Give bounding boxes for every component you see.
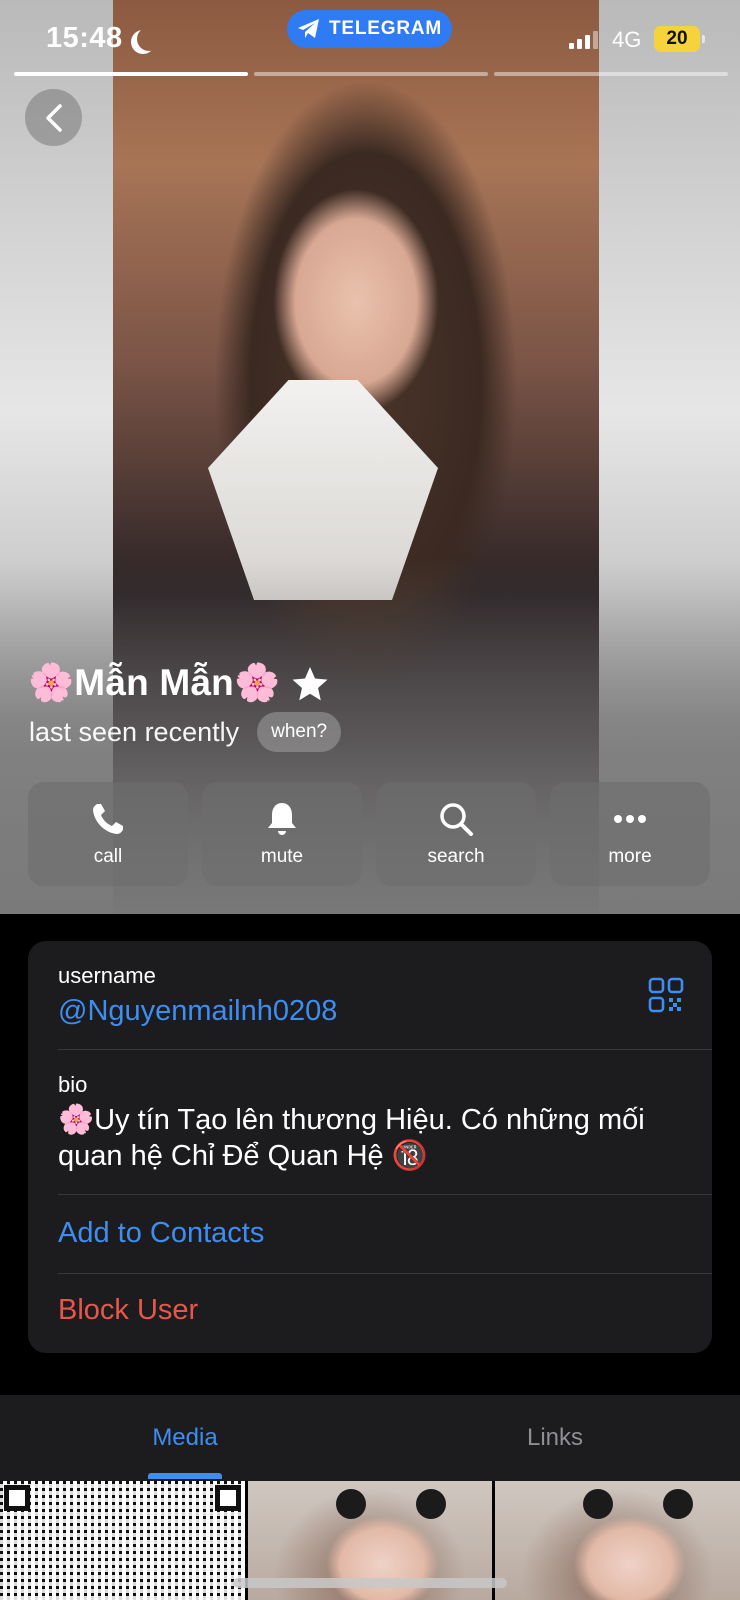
- photo-detail: [663, 1489, 694, 1519]
- status-bar: 15:48 TELEGRAM 4G 20: [0, 0, 740, 78]
- last-seen-text: last seen recently: [29, 716, 240, 747]
- add-to-contacts-button[interactable]: Add to Contacts: [58, 1217, 264, 1250]
- search-icon: [440, 803, 473, 836]
- bio-text: 🌸Uy tín Tạo lên thương Hiệu. Có những mố…: [58, 1104, 645, 1172]
- photo-detail: [583, 1489, 614, 1519]
- mute-label: mute: [260, 846, 304, 867]
- username-value[interactable]: @Nguyenmailnh0208: [58, 995, 337, 1028]
- block-user-row[interactable]: Block User: [58, 1274, 712, 1353]
- add-contact-row[interactable]: Add to Contacts: [58, 1195, 712, 1274]
- paper-plane-icon: [297, 19, 319, 38]
- back-button[interactable]: [25, 89, 82, 146]
- when-button[interactable]: when?: [257, 712, 342, 752]
- home-indicator[interactable]: [233, 1578, 507, 1588]
- battery-level: 20: [666, 28, 688, 49]
- chevron-left-icon: [45, 103, 62, 132]
- media-thumbnail[interactable]: [0, 1481, 245, 1600]
- photo-detail: [415, 1489, 446, 1519]
- username-row[interactable]: username @Nguyenmailnh0208: [58, 941, 712, 1050]
- bio-label: bio: [58, 1072, 88, 1097]
- block-user-button[interactable]: Block User: [58, 1294, 198, 1327]
- more-button[interactable]: more: [550, 782, 710, 886]
- search-label: search: [427, 846, 485, 867]
- tab-links[interactable]: Links: [370, 1395, 740, 1481]
- bio-row: bio 🌸Uy tín Tạo lên thương Hiệu. Có nhữn…: [58, 1050, 712, 1195]
- profile-name-row: 🌸Mẫn Mẫn🌸: [28, 662, 330, 705]
- shared-media-tabs: Media Links: [0, 1395, 740, 1481]
- photo-progress: [14, 72, 728, 76]
- telegram-pill[interactable]: TELEGRAM: [287, 10, 452, 48]
- media-thumbnail[interactable]: [495, 1481, 740, 1600]
- status-time: 15:48: [46, 22, 123, 54]
- tab-active-indicator: [148, 1473, 222, 1479]
- phone-icon: [93, 804, 123, 834]
- username-label: username: [58, 963, 156, 988]
- bell-icon: [268, 803, 296, 835]
- call-button[interactable]: call: [28, 782, 188, 886]
- profile-header: 15:48 TELEGRAM 4G 20 🌸Mẫn Mẫn🌸 last seen…: [0, 0, 740, 914]
- telegram-pill-label: TELEGRAM: [328, 18, 442, 39]
- signal-icon: [569, 31, 598, 49]
- tab-media[interactable]: Media: [0, 1395, 370, 1481]
- profile-info-card: username @Nguyenmailnh0208 bio 🌸Uy tín T…: [28, 941, 712, 1353]
- call-label: call: [93, 846, 123, 867]
- qr-code-icon[interactable]: [648, 977, 684, 1013]
- photo-detail: [335, 1489, 366, 1519]
- qr-finder-mark: [214, 1485, 241, 1511]
- profile-name: 🌸Mẫn Mẫn🌸: [28, 662, 281, 703]
- profile-actions: call mute search more: [28, 782, 710, 886]
- network-type: 4G: [612, 27, 642, 52]
- last-seen-row: last seen recently when?: [29, 712, 342, 752]
- qr-finder-mark: [4, 1485, 30, 1511]
- search-button[interactable]: search: [376, 782, 536, 886]
- battery-icon: 20: [654, 26, 705, 52]
- more-dots-icon: [614, 815, 646, 823]
- star-icon[interactable]: [290, 664, 330, 704]
- mute-button[interactable]: mute: [202, 782, 362, 886]
- moon-icon: [137, 27, 161, 51]
- more-label: more: [608, 846, 652, 867]
